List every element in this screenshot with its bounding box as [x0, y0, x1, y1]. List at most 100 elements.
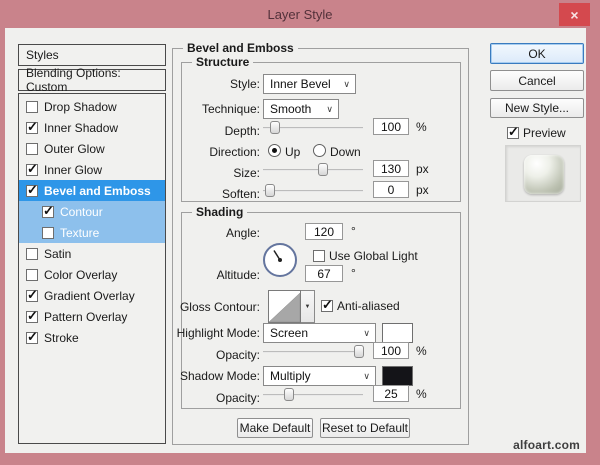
stroke-checkbox[interactable] — [26, 330, 38, 344]
reset-to-default-button[interactable]: Reset to Default — [320, 418, 410, 438]
angle-label: Angle: — [225, 226, 260, 240]
shadow-opacity-slider-thumb[interactable] — [284, 388, 294, 401]
preview-panel — [505, 145, 581, 202]
angle-dial-icon — [263, 243, 297, 277]
cancel-button[interactable]: Cancel — [490, 70, 584, 91]
highlight-opacity-label: Opacity: — [215, 348, 260, 362]
highlight-mode-label: Highlight Mode: — [176, 326, 260, 340]
inner-shadow-checkbox[interactable] — [26, 120, 38, 134]
shading-group-title: Shading — [192, 205, 248, 219]
satin-checkbox[interactable] — [26, 247, 38, 260]
technique-dropdown[interactable]: Smooth ∨ — [263, 99, 339, 119]
preview-thumbnail — [524, 155, 564, 194]
soften-unit: px — [416, 183, 429, 197]
layer-style-dialog: Layer Style × Styles Blending Options: C… — [0, 0, 600, 465]
texture-checkbox[interactable] — [42, 226, 54, 239]
angle-input[interactable] — [305, 223, 343, 240]
close-button[interactable]: × — [559, 3, 590, 26]
size-label: Size: — [233, 166, 260, 180]
direction-up-label: Up — [285, 145, 301, 159]
chevron-down-icon: ∨ — [363, 370, 370, 381]
use-global-light-label: Use Global Light — [329, 249, 418, 263]
gloss-contour-thumbnail[interactable] — [268, 290, 301, 323]
highlight-mode-dropdown[interactable]: Screen ∨ — [263, 323, 376, 343]
altitude-input[interactable] — [305, 265, 343, 282]
sidebar-item-satin[interactable]: Satin — [19, 243, 165, 264]
anti-aliased-checkbox[interactable] — [321, 298, 333, 312]
shadow-color-swatch[interactable] — [382, 366, 413, 386]
titlebar[interactable]: Layer Style × — [0, 0, 600, 28]
altitude-unit: ° — [351, 266, 356, 280]
shadow-opacity-input[interactable] — [373, 385, 409, 402]
soften-slider[interactable] — [263, 184, 363, 198]
shadow-mode-dropdown[interactable]: Multiply ∨ — [263, 366, 376, 386]
size-slider[interactable] — [263, 163, 363, 177]
inner-glow-checkbox[interactable] — [26, 162, 38, 176]
size-slider-thumb[interactable] — [318, 163, 328, 176]
soften-slider-thumb[interactable] — [265, 184, 275, 197]
shadow-opacity-label: Opacity: — [215, 391, 260, 405]
angle-dial[interactable] — [262, 242, 298, 278]
styles-header: Styles — [18, 44, 166, 66]
pattern-overlay-checkbox[interactable] — [26, 309, 38, 323]
direction-down-label: Down — [330, 145, 361, 159]
sidebar-item-label: Gradient Overlay — [44, 288, 135, 303]
style-dropdown[interactable]: Inner Bevel ∨ — [263, 74, 356, 94]
sidebar-item-contour[interactable]: Contour — [19, 201, 165, 222]
highlight-opacity-unit: % — [416, 344, 427, 358]
depth-slider[interactable] — [263, 121, 363, 135]
sidebar-item-label: Texture — [60, 225, 100, 240]
direction-label: Direction: — [209, 145, 260, 159]
sidebar-item-label: Inner Shadow — [44, 120, 119, 135]
gloss-contour-dropdown-arrow[interactable]: ▼ — [301, 290, 315, 323]
shadow-opacity-unit: % — [416, 387, 427, 401]
shadow-mode-value: Multiply — [270, 369, 311, 383]
gloss-contour-label: Gloss Contour: — [179, 300, 260, 314]
depth-label: Depth: — [224, 124, 260, 138]
bevel-and-emboss-checkbox[interactable] — [26, 183, 38, 197]
style-value: Inner Bevel — [270, 77, 331, 91]
contour-checkbox[interactable] — [42, 204, 54, 218]
depth-unit: % — [416, 120, 427, 134]
depth-input[interactable] — [373, 118, 409, 135]
make-default-button[interactable]: Make Default — [237, 418, 313, 438]
angle-unit: ° — [351, 224, 356, 238]
direction-up-radio[interactable] — [268, 144, 281, 157]
highlight-opacity-slider[interactable] — [263, 345, 364, 359]
shadow-mode-label: Shadow Mode: — [179, 369, 260, 383]
size-input[interactable] — [373, 160, 409, 177]
soften-input[interactable] — [373, 181, 409, 198]
slider-track — [263, 190, 363, 192]
combo-arrow-icon: ▼ — [304, 303, 311, 310]
slider-track — [263, 351, 363, 353]
highlight-opacity-input[interactable] — [373, 342, 409, 359]
soften-label: Soften: — [221, 187, 260, 201]
new-style-button[interactable]: New Style... — [490, 98, 584, 118]
preview-checkbox[interactable] — [507, 125, 519, 139]
technique-value: Smooth — [270, 102, 312, 116]
size-unit: px — [416, 162, 429, 176]
technique-label: Technique: — [201, 102, 260, 116]
drop-shadow-checkbox[interactable] — [26, 100, 38, 113]
outer-glow-checkbox[interactable] — [26, 142, 38, 155]
ok-button[interactable]: OK — [490, 43, 584, 64]
highlight-mode-value: Screen — [270, 326, 309, 340]
altitude-label: Altitude: — [216, 268, 260, 282]
shadow-opacity-slider[interactable] — [263, 388, 363, 402]
window-title: Layer Style — [267, 6, 333, 22]
gradient-overlay-checkbox[interactable] — [26, 288, 38, 302]
highlight-color-swatch[interactable] — [382, 323, 413, 343]
close-icon: × — [570, 6, 579, 23]
sidebar-item-label: Color Overlay — [44, 267, 118, 282]
dialog-content: Styles Blending Options: Custom Drop Sha… — [5, 28, 586, 453]
slider-track — [263, 394, 363, 396]
depth-slider-thumb[interactable] — [270, 121, 280, 134]
highlight-opacity-slider-thumb[interactable] — [354, 345, 364, 358]
sidebar-item-label: Outer Glow — [44, 141, 105, 156]
direction-down-radio[interactable] — [313, 144, 326, 157]
styles-header-label: Styles — [26, 48, 59, 62]
watermark: alfoart.com — [513, 438, 580, 452]
use-global-light-checkbox[interactable] — [313, 250, 325, 262]
color-overlay-checkbox[interactable] — [26, 268, 38, 281]
preview-label: Preview — [523, 126, 566, 140]
